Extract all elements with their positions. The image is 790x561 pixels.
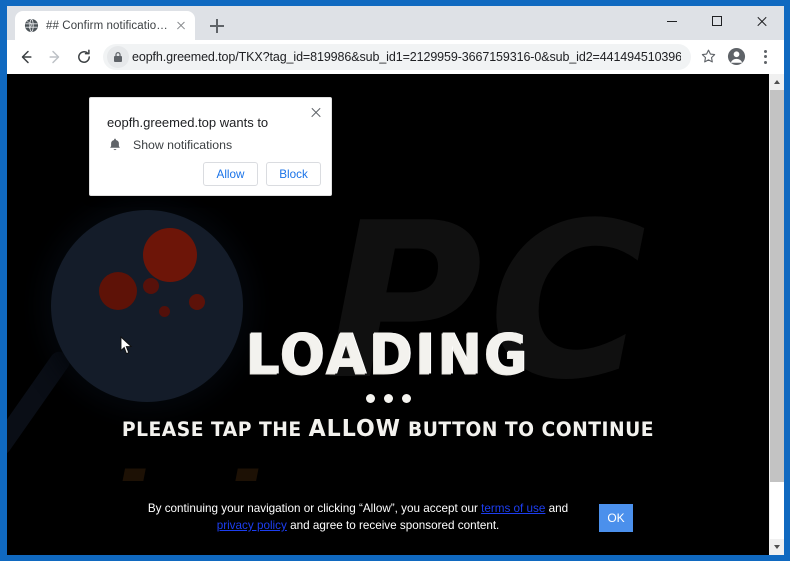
maximize-button[interactable] [694, 6, 739, 35]
forward-button[interactable] [42, 44, 68, 70]
profile-button[interactable] [724, 44, 750, 70]
close-tab-icon[interactable] [173, 18, 189, 34]
permission-row: Show notifications [107, 137, 232, 153]
subtitle-emphasis: ALLOW [308, 416, 401, 442]
chrome-menu-button[interactable] [752, 44, 778, 70]
window-controls [649, 6, 784, 35]
bell-icon [110, 138, 120, 151]
browser-window: ## Confirm notifications ## eopfh.greeme… [0, 0, 790, 561]
reload-button[interactable] [71, 44, 97, 70]
cookie-text-part3: and agree to receive sponsored content. [286, 519, 500, 532]
cookie-consent-text: By continuing your navigation or clickin… [143, 501, 573, 534]
scroll-up-button[interactable] [770, 74, 784, 90]
subtitle-after: BUTTON TO CONTINUE [400, 418, 655, 441]
cookie-consent-banner: By continuing your navigation or clickin… [7, 481, 769, 555]
virus-spot [143, 228, 197, 282]
new-tab-button[interactable] [205, 14, 229, 38]
chrome-browser: ## Confirm notifications ## eopfh.greeme… [7, 6, 784, 555]
close-window-button[interactable] [739, 6, 784, 35]
loading-subtitle: PLEASE TAP THE ALLOW BUTTON TO CONTINUE [22, 416, 754, 442]
permission-origin-text: eopfh.greemed.top wants to [107, 115, 269, 130]
permission-actions: Allow Block [203, 162, 321, 186]
virus-spot [189, 294, 205, 310]
tab-title: ## Confirm notifications ## [46, 19, 173, 32]
cookie-text-part2: and [545, 502, 569, 516]
star-icon [701, 49, 716, 62]
block-button[interactable]: Block [266, 162, 321, 186]
loading-dot [383, 394, 393, 403]
virus-spot [143, 278, 159, 294]
arrow-left-icon [21, 50, 32, 63]
site-info-button[interactable] [107, 45, 129, 68]
tab-strip: ## Confirm notifications ## [7, 6, 784, 40]
globe-icon [24, 18, 39, 33]
loading-block: LOADING PLEASE TAP THE ALLOW BUTTON TO C… [7, 322, 769, 442]
loading-dots [7, 394, 769, 403]
browser-toolbar: eopfh.greemed.top/TKX?tag_id=819986&sub_… [7, 40, 784, 74]
url-text: eopfh.greemed.top/TKX?tag_id=819986&sub_… [132, 49, 681, 64]
subtitle-before: PLEASE TAP THE [121, 418, 309, 441]
virus-spot [159, 306, 170, 317]
loading-dot [401, 394, 411, 403]
lock-icon [114, 51, 122, 62]
permission-label: Show notifications [133, 138, 233, 152]
vertical-scrollbar[interactable] [769, 74, 784, 555]
address-bar[interactable]: eopfh.greemed.top/TKX?tag_id=819986&sub_… [103, 43, 691, 70]
loading-dot [365, 394, 375, 403]
profile-icon [727, 47, 746, 65]
scroll-thumb[interactable] [770, 90, 784, 482]
reload-icon [78, 48, 90, 63]
bookmark-star-button[interactable] [696, 44, 722, 70]
allow-button[interactable]: Allow [203, 162, 258, 186]
back-button[interactable] [13, 44, 39, 70]
privacy-policy-link[interactable]: privacy policy [217, 519, 287, 532]
virus-spot [99, 272, 137, 310]
scroll-track[interactable] [770, 482, 784, 539]
notification-permission-dialog: eopfh.greemed.top wants to Show notifica… [89, 97, 332, 196]
close-icon[interactable] [307, 103, 325, 121]
page-viewport: PC .risk.com LOADING [7, 74, 784, 555]
arrow-right-icon [49, 50, 60, 63]
minimize-button[interactable] [649, 6, 694, 35]
terms-of-use-link[interactable]: terms of use [481, 502, 545, 515]
cookie-text-part1: By continuing your navigation or clickin… [147, 502, 482, 516]
scroll-down-button[interactable] [770, 539, 784, 555]
loading-title: LOADING [245, 322, 531, 388]
cookie-ok-button[interactable]: OK [599, 504, 633, 532]
browser-tab[interactable]: ## Confirm notifications ## [15, 11, 195, 40]
